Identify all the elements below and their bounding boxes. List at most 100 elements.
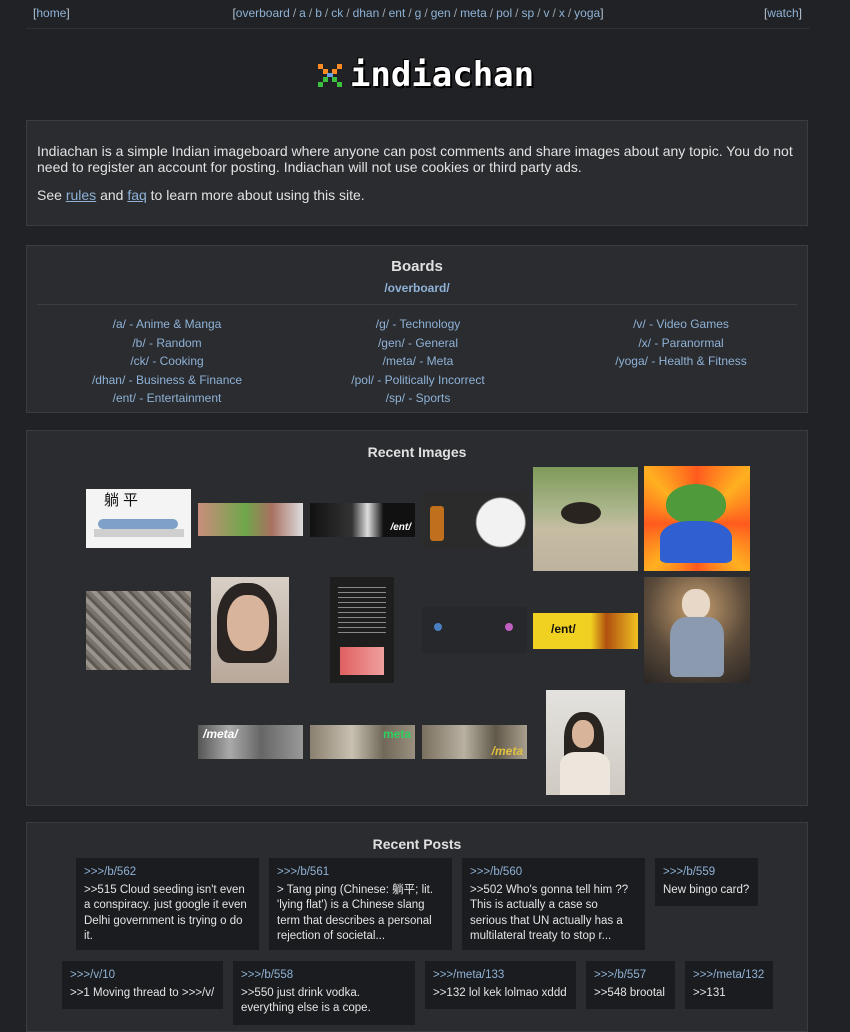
recent-image-thumbnail[interactable]: 躺平 <box>86 489 191 548</box>
post-snippet: >>548 brootal <box>594 986 665 999</box>
boards-divider <box>37 304 797 305</box>
board-link-pol[interactable]: /pol/ - Politically Incorrect <box>288 371 548 390</box>
board-list-nav: [overboard / a / b / ck / dhan / ent / g / gen / meta / po… <box>232 6 604 20</box>
post-reference-link[interactable]: >>>/b/558 <box>241 968 407 984</box>
recent-post-card[interactable]: >>>/v/10 >>1 Moving thread to >>>/v/ <box>62 961 223 1009</box>
thumbnail-caption: /ent/ <box>390 522 411 533</box>
recent-image-thumbnail[interactable] <box>422 607 527 653</box>
recent-image-thumbnail[interactable] <box>422 491 527 548</box>
faq-link[interactable]: faq <box>127 187 146 203</box>
recent-post-card[interactable]: >>>/b/561 > Tang ping (Chinese: 躺平; lit.… <box>269 858 452 950</box>
board-link-a[interactable]: /a/ - Anime & Manga <box>37 315 297 334</box>
nav-board-meta[interactable]: meta <box>460 6 487 20</box>
logo-text: indiachan <box>349 55 535 95</box>
board-link-yoga[interactable]: /yoga/ - Health & Fitness <box>551 352 811 371</box>
boards-panel: Boards /overboard/ /a/ - Anime & Manga /… <box>26 245 808 413</box>
boards-title: Boards <box>391 258 443 275</box>
site-logo[interactable]: indiachan <box>0 55 850 95</box>
recent-image-thumbnail[interactable] <box>330 577 394 683</box>
rules-link[interactable]: rules <box>66 187 96 203</box>
nav-board-b[interactable]: b <box>315 6 322 20</box>
recent-image-thumbnail[interactable]: /meta <box>422 725 527 759</box>
recent-image-thumbnail[interactable]: /ent/ <box>310 503 415 537</box>
nav-board-gen[interactable]: gen <box>431 6 451 20</box>
recent-post-card[interactable]: >>>/b/562 >>515 Cloud seeding isn't even… <box>76 858 259 950</box>
recent-image-thumbnail[interactable] <box>211 577 289 683</box>
boards-column-2: /g/ - Technology /gen/ - General /meta/ … <box>288 315 548 408</box>
recent-post-card[interactable]: >>>/meta/133 >>132 lol kek lolmao xddd <box>425 961 576 1009</box>
nav-board-a[interactable]: a <box>299 6 306 20</box>
thumbnail-caption: /ent/ <box>551 622 576 636</box>
intro-description: Indiachan is a simple Indian imageboard … <box>37 143 793 175</box>
recent-post-card[interactable]: >>>/b/558 >>550 just drink vodka. everyt… <box>233 961 415 1025</box>
recent-image-thumbnail[interactable]: /meta/ <box>198 725 303 759</box>
recent-image-thumbnail[interactable] <box>86 591 191 670</box>
thumbnail-caption: /meta <box>491 744 523 758</box>
post-snippet: >>550 just drink vodka. everything else … <box>241 986 371 1015</box>
board-link-v[interactable]: /v/ - Video Games <box>551 315 811 334</box>
post-reference-link[interactable]: >>>/v/10 <box>70 968 215 984</box>
recent-post-card[interactable]: >>>/b/560 >>502 Who's gonna tell him ?? … <box>462 858 645 950</box>
recent-post-card[interactable]: >>>/b/557 >>548 brootal <box>586 961 675 1009</box>
top-navigation: [home] [overboard / a / b / ck / dhan / ent / g / gen /… <box>26 0 810 29</box>
recent-image-thumbnail[interactable] <box>198 503 303 536</box>
post-snippet: >>131 <box>693 986 726 999</box>
thumbnail-caption: meta <box>382 727 411 741</box>
board-link-dhan[interactable]: /dhan/ - Business & Finance <box>37 371 297 390</box>
recent-posts-title: Recent Posts <box>372 836 462 852</box>
post-snippet: >>132 lol kek lolmao xddd <box>433 986 567 999</box>
recent-posts-panel: Recent Posts >>>/b/562 >>515 Cloud seedi… <box>26 822 808 1032</box>
nav-board-x[interactable]: x <box>559 6 565 20</box>
thumbnail-caption: /meta/ <box>203 727 238 741</box>
board-link-ent[interactable]: /ent/ - Entertainment <box>37 389 297 408</box>
post-reference-link[interactable]: >>>/b/557 <box>594 968 667 984</box>
intro-see-text: See <box>37 187 62 203</box>
post-reference-link[interactable]: >>>/meta/133 <box>433 968 568 984</box>
post-snippet: > Tang ping (Chinese: 躺平; lit. 'lying fl… <box>277 883 434 943</box>
recent-image-thumbnail[interactable] <box>644 466 750 571</box>
watch-link-label: watch <box>767 6 799 20</box>
watch-link[interactable]: [watch] <box>764 6 802 20</box>
overboard-link[interactable]: /overboard/ <box>27 281 807 295</box>
recent-images-panel: Recent Images 躺平 /ent/ /ent/ /meta/ meta… <box>26 430 808 806</box>
intro-panel: Indiachan is a simple Indian imageboard … <box>26 120 808 226</box>
board-link-ck[interactable]: /ck/ - Cooking <box>37 352 297 371</box>
board-link-meta[interactable]: /meta/ - Meta <box>288 352 548 371</box>
board-link-b[interactable]: /b/ - Random <box>37 334 297 353</box>
post-snippet: >>515 Cloud seeding isn't even a conspir… <box>84 883 247 943</box>
intro-tail-text: to learn more about using this site. <box>150 187 365 203</box>
thumbnail-caption: 躺平 <box>104 491 143 509</box>
nav-board-pol[interactable]: pol <box>496 6 512 20</box>
boards-column-3: /v/ - Video Games /x/ - Paranormal /yoga… <box>551 315 811 371</box>
board-link-g[interactable]: /g/ - Technology <box>288 315 548 334</box>
recent-post-card[interactable]: >>>/b/559 New bingo card? <box>655 858 758 906</box>
intro-links: See rules and faq to learn more about us… <box>37 187 797 203</box>
recent-image-thumbnail[interactable]: /ent/ <box>533 613 638 649</box>
post-reference-link[interactable]: >>>/b/560 <box>470 865 637 881</box>
recent-images-title: Recent Images <box>367 444 467 460</box>
nav-board-sp[interactable]: sp <box>521 6 534 20</box>
recent-image-thumbnail[interactable]: meta <box>310 725 415 759</box>
post-snippet: New bingo card? <box>663 883 750 896</box>
nav-board-yoga[interactable]: yoga <box>574 6 600 20</box>
board-link-x[interactable]: /x/ - Paranormal <box>551 334 811 353</box>
nav-board-dhan[interactable]: dhan <box>353 6 380 20</box>
indiachan-logo-icon <box>317 64 342 87</box>
post-snippet: >>502 Who's gonna tell him ?? This is ac… <box>470 883 629 943</box>
post-reference-link[interactable]: >>>/b/562 <box>84 865 251 881</box>
post-reference-link[interactable]: >>>/b/559 <box>663 865 750 881</box>
nav-board-ck[interactable]: ck <box>331 6 343 20</box>
post-reference-link[interactable]: >>>/meta/132 <box>693 968 765 984</box>
board-link-sp[interactable]: /sp/ - Sports <box>288 389 548 408</box>
nav-board-overboard[interactable]: overboard <box>236 6 290 20</box>
board-link-gen[interactable]: /gen/ - General <box>288 334 548 353</box>
intro-and-text: and <box>100 187 124 203</box>
recent-image-thumbnail[interactable] <box>644 577 750 683</box>
recent-post-card[interactable]: >>>/meta/132 >>131 <box>685 961 773 1009</box>
nav-board-ent[interactable]: ent <box>389 6 406 20</box>
post-snippet: >>1 Moving thread to >>>/v/ <box>70 986 215 999</box>
boards-column-1: /a/ - Anime & Manga /b/ - Random /ck/ - … <box>37 315 297 408</box>
recent-image-thumbnail[interactable] <box>533 467 638 571</box>
recent-image-thumbnail[interactable] <box>546 690 625 795</box>
post-reference-link[interactable]: >>>/b/561 <box>277 865 444 881</box>
